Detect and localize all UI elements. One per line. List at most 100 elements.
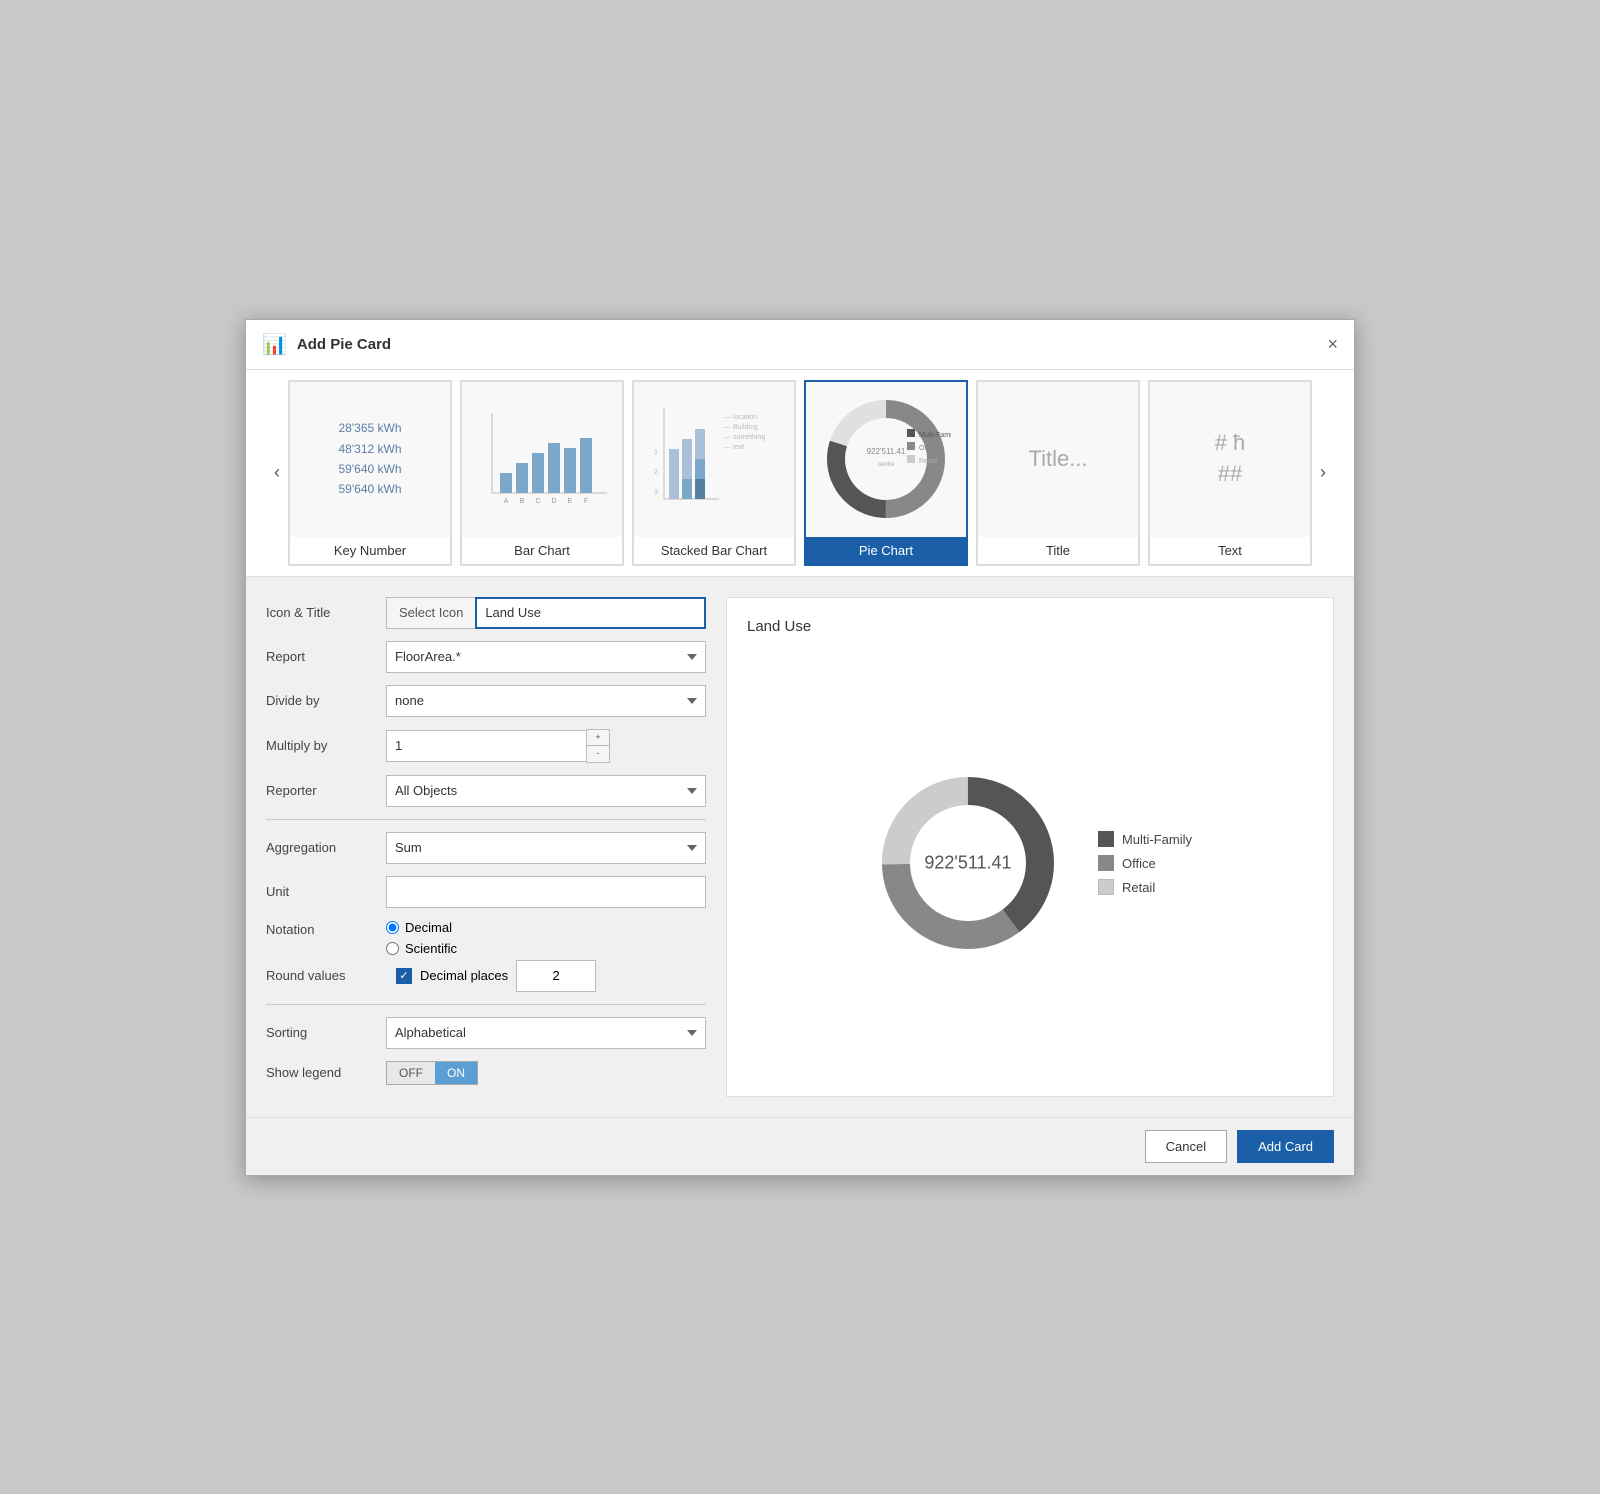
chart-option-pie-chart[interactable]: 922'511.41 centre Multi-Family Office Re… (804, 380, 968, 566)
title-preview-text: Title... (1028, 446, 1087, 472)
svg-text:E: E (568, 498, 573, 505)
svg-text:B: B (520, 498, 525, 505)
report-row: Report FloorArea.* (266, 641, 706, 673)
stepper-buttons: + - (586, 729, 610, 763)
notation-scientific-option[interactable]: Scientific (386, 941, 457, 956)
legend-toggle-on[interactable]: ON (435, 1062, 477, 1084)
bar-chart-preview: A B C D E F (462, 382, 622, 537)
svg-text:— something: — something (724, 434, 765, 441)
sorting-label: Sorting (266, 1025, 386, 1040)
chart-option-text[interactable]: # ħ ## Text (1148, 380, 1312, 566)
notation-scientific-radio[interactable] (386, 942, 399, 955)
add-pie-card-modal: 📊 Add Pie Card × ‹ 28'365 kWh 48'312 kWh… (245, 319, 1355, 1176)
legend-item-office: Office (1098, 855, 1192, 871)
bar-chart-icon: 📊 (262, 332, 287, 357)
report-label: Report (266, 649, 386, 664)
chart-option-stacked-bar[interactable]: — location — Building — something — text (632, 380, 796, 566)
round-values-checkbox[interactable] (396, 968, 412, 984)
chart-type-selector: ‹ 28'365 kWh 48'312 kWh 59'640 kWh 59'64… (246, 370, 1354, 577)
modal-footer: Cancel Add Card (246, 1117, 1354, 1175)
divide-by-row: Divide by none (266, 685, 706, 717)
divide-by-select[interactable]: none (386, 685, 706, 717)
preview-title: Land Use (747, 618, 1313, 635)
pie-chart-preview: 922'511.41 centre Multi-Family Office Re… (806, 382, 966, 537)
bar-chart-svg: A B C D E F (472, 403, 612, 513)
sorting-select[interactable]: Alphabetical Value Ascending Value Desce… (386, 1017, 706, 1049)
chart-option-pie-chart-label: Pie Chart (806, 537, 966, 564)
icon-title-row: Icon & Title Select Icon (266, 597, 706, 629)
select-icon-button[interactable]: Select Icon (386, 597, 475, 629)
prev-chart-arrow[interactable]: ‹ (266, 462, 288, 483)
svg-text:— location: — location (724, 414, 757, 421)
svg-text:Multi-Family: Multi-Family (919, 432, 951, 439)
donut-chart-container: 922'511.41 (868, 763, 1068, 963)
svg-text:C: C (535, 498, 540, 505)
reporter-select[interactable]: All Objects (386, 775, 706, 807)
chart-option-title[interactable]: Title... Title (976, 380, 1140, 566)
multiply-by-row: Multiply by + - (266, 729, 706, 763)
cancel-button[interactable]: Cancel (1145, 1130, 1227, 1163)
preview-content: 922'511.41 Multi-Family Office (747, 651, 1313, 1076)
modal-header: 📊 Add Pie Card × (246, 320, 1354, 370)
notation-decimal-radio[interactable] (386, 921, 399, 934)
chart-option-bar-chart[interactable]: A B C D E F Bar Chart (460, 380, 624, 566)
svg-text:1: 1 (654, 449, 658, 456)
svg-text:— Building: — Building (724, 424, 758, 431)
decimal-places-input[interactable] (516, 960, 596, 992)
key-number-lines: 28'365 kWh 48'312 kWh 59'640 kWh 59'640 … (329, 408, 412, 510)
report-select[interactable]: FloorArea.* (386, 641, 706, 673)
modal-title: Add Pie Card (297, 336, 391, 353)
stepper-up[interactable]: + (587, 730, 609, 746)
title-input[interactable] (475, 597, 706, 629)
chart-options-list: 28'365 kWh 48'312 kWh 59'640 kWh 59'640 … (288, 380, 1312, 566)
legend-color-retail (1098, 879, 1114, 895)
form-panel: Icon & Title Select Icon Report FloorAre… (266, 597, 706, 1097)
legend-color-office (1098, 855, 1114, 871)
notation-scientific-label: Scientific (405, 941, 457, 956)
svg-text:2: 2 (654, 469, 658, 476)
legend-label-multifamily: Multi-Family (1122, 832, 1192, 847)
notation-decimal-option[interactable]: Decimal (386, 920, 457, 935)
unit-label: Unit (266, 884, 386, 899)
divider-2 (266, 1004, 706, 1005)
text-preview-content: # ħ ## (1215, 428, 1246, 490)
round-values-row: Round values Decimal places (266, 960, 706, 992)
icon-title-label: Icon & Title (266, 605, 386, 620)
legend-item-retail: Retail (1098, 879, 1192, 895)
notation-label: Notation (266, 920, 386, 937)
divider-1 (266, 819, 706, 820)
sorting-row: Sorting Alphabetical Value Ascending Val… (266, 1017, 706, 1049)
round-values-label: Round values (266, 968, 386, 983)
stepper-down[interactable]: - (587, 746, 609, 762)
svg-text:D: D (551, 498, 556, 505)
unit-input[interactable] (386, 876, 706, 908)
multiply-input[interactable] (386, 730, 586, 762)
stacked-bar-preview: — location — Building — something — text (634, 382, 794, 537)
text-preview-box: # ħ ## (1150, 382, 1310, 537)
close-button[interactable]: × (1327, 335, 1338, 353)
stacked-bar-svg: — location — Building — something — text (644, 399, 784, 519)
modal-body: Icon & Title Select Icon Report FloorAre… (246, 577, 1354, 1117)
reporter-row: Reporter All Objects (266, 775, 706, 807)
decimal-places-label: Decimal places (420, 968, 508, 983)
svg-text:F: F (584, 498, 588, 505)
next-chart-arrow[interactable]: › (1312, 462, 1334, 483)
add-card-button[interactable]: Add Card (1237, 1130, 1334, 1163)
kn-line-2: 48'312 kWh (339, 439, 402, 459)
chart-option-key-number-label: Key Number (290, 537, 450, 564)
key-number-preview: 28'365 kWh 48'312 kWh 59'640 kWh 59'640 … (290, 382, 450, 537)
chart-option-stacked-bar-label: Stacked Bar Chart (634, 537, 794, 564)
chart-option-text-label: Text (1150, 537, 1310, 564)
notation-decimal-label: Decimal (405, 920, 452, 935)
svg-text:3: 3 (654, 489, 658, 496)
notation-row: Notation Decimal Scientific (266, 920, 706, 956)
legend-toggle-off[interactable]: OFF (387, 1062, 435, 1084)
chart-option-key-number[interactable]: 28'365 kWh 48'312 kWh 59'640 kWh 59'640 … (288, 380, 452, 566)
legend-item-multifamily: Multi-Family (1098, 831, 1192, 847)
aggregation-select[interactable]: Sum (386, 832, 706, 864)
legend-label-retail: Retail (1122, 880, 1155, 895)
svg-text:centre: centre (878, 462, 895, 468)
donut-center-value: 922'511.41 (924, 853, 1011, 874)
modal-title-area: 📊 Add Pie Card (262, 332, 391, 357)
svg-text:Office: Office (919, 445, 937, 452)
